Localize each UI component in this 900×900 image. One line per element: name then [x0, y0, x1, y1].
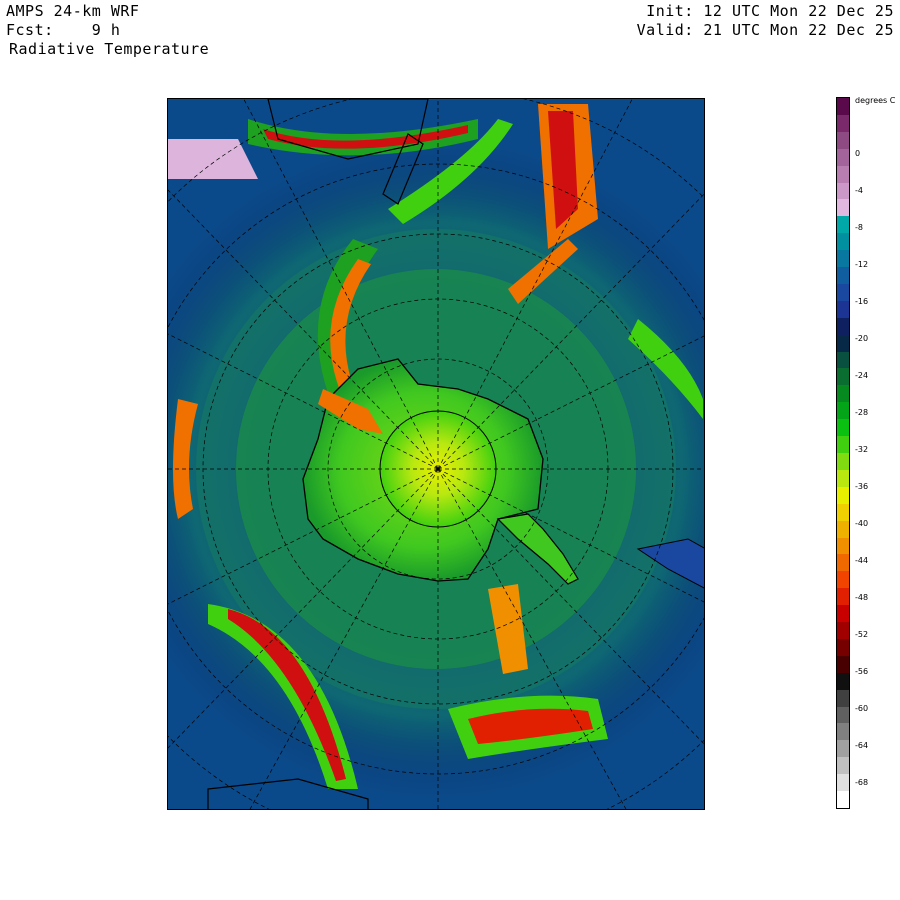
color-scale-step [837, 419, 849, 437]
color-scale-tick: -52 [855, 630, 869, 639]
color-scale-step [837, 622, 849, 640]
header-right: Init: 12 UTC Mon 22 Dec 25 Valid: 21 UTC … [637, 2, 894, 40]
color-scale-tick: -8 [855, 223, 863, 232]
color-scale-step [837, 537, 849, 555]
color-scale-units: degrees C [855, 96, 896, 105]
color-scale-step [837, 436, 849, 454]
color-scale-tick: -40 [855, 519, 869, 528]
color-scale-bar [836, 97, 850, 809]
color-scale-tick: -16 [855, 297, 869, 306]
color-scale-step [837, 334, 849, 353]
color-scale-tick: -68 [855, 778, 869, 787]
color-scale-step [837, 706, 849, 724]
model-title: AMPS 24-km WRF [6, 2, 140, 20]
forecast-hour: Fcst: 9 h [6, 21, 121, 39]
color-scale-tick: -24 [855, 371, 869, 380]
color-scale-step [837, 368, 849, 386]
init-time: Init: 12 UTC Mon 22 Dec 25 [646, 2, 894, 20]
header-left: AMPS 24-km WRF Fcst: 9 h Radiative Tempera… [6, 2, 209, 59]
color-scale-step [837, 638, 849, 657]
color-scale-step [837, 216, 849, 234]
color-scale-step [837, 98, 849, 116]
color-scale-step [837, 723, 849, 741]
color-scale-step [837, 199, 849, 217]
color-scale-step [837, 588, 849, 606]
color-scale-tick: -36 [855, 482, 869, 491]
color-scale-step [837, 689, 849, 708]
color-scale-tick: -56 [855, 667, 869, 676]
color-scale-step [837, 774, 849, 792]
color-scale-step [837, 114, 849, 133]
color-scale-tick: -44 [855, 556, 869, 565]
color-scale-step [837, 402, 849, 420]
color-scale-step [837, 453, 849, 471]
valid-time: Valid: 21 UTC Mon 22 Dec 25 [636, 21, 894, 39]
color-scale-tick: -32 [855, 445, 869, 454]
color-scale-step [837, 520, 849, 538]
color-scale-step [837, 486, 849, 505]
color-scale-step [837, 233, 849, 251]
color-scale-tick: -12 [855, 260, 869, 269]
color-scale-tick: -64 [855, 741, 869, 750]
color-scale-step [837, 267, 849, 285]
color-scale-tick: -60 [855, 704, 869, 713]
color-scale-step [837, 148, 849, 167]
color-scale-step [837, 469, 849, 488]
color-scale-step [837, 503, 849, 522]
color-scale-tick: 0 [855, 149, 861, 158]
color-scale-tick: -28 [855, 408, 869, 417]
color-scale-step [837, 182, 849, 200]
color-scale-tick: -20 [855, 334, 869, 343]
color-scale-step [837, 385, 849, 403]
map-panel [167, 98, 705, 810]
color-scale-step [837, 165, 849, 183]
color-scale-step [837, 300, 849, 319]
field-name: Radiative Temperature [9, 40, 210, 58]
color-scale-step [837, 757, 849, 775]
color-scale-step [837, 317, 849, 336]
color-scale-step [837, 672, 849, 691]
color-scale-step [837, 131, 849, 150]
color-scale-step [837, 250, 849, 268]
color-scale-step [837, 655, 849, 674]
color-scale-tick: -4 [855, 186, 863, 195]
color-scale-step [837, 283, 849, 302]
color-scale-step [837, 554, 849, 572]
color-scale-step [837, 351, 849, 369]
color-scale-step [837, 791, 849, 809]
color-scale-step [837, 571, 849, 589]
color-scale-step [837, 740, 849, 758]
color-scale-tick: -48 [855, 593, 869, 602]
color-scale-step [837, 605, 849, 623]
map-canvas [168, 99, 704, 809]
